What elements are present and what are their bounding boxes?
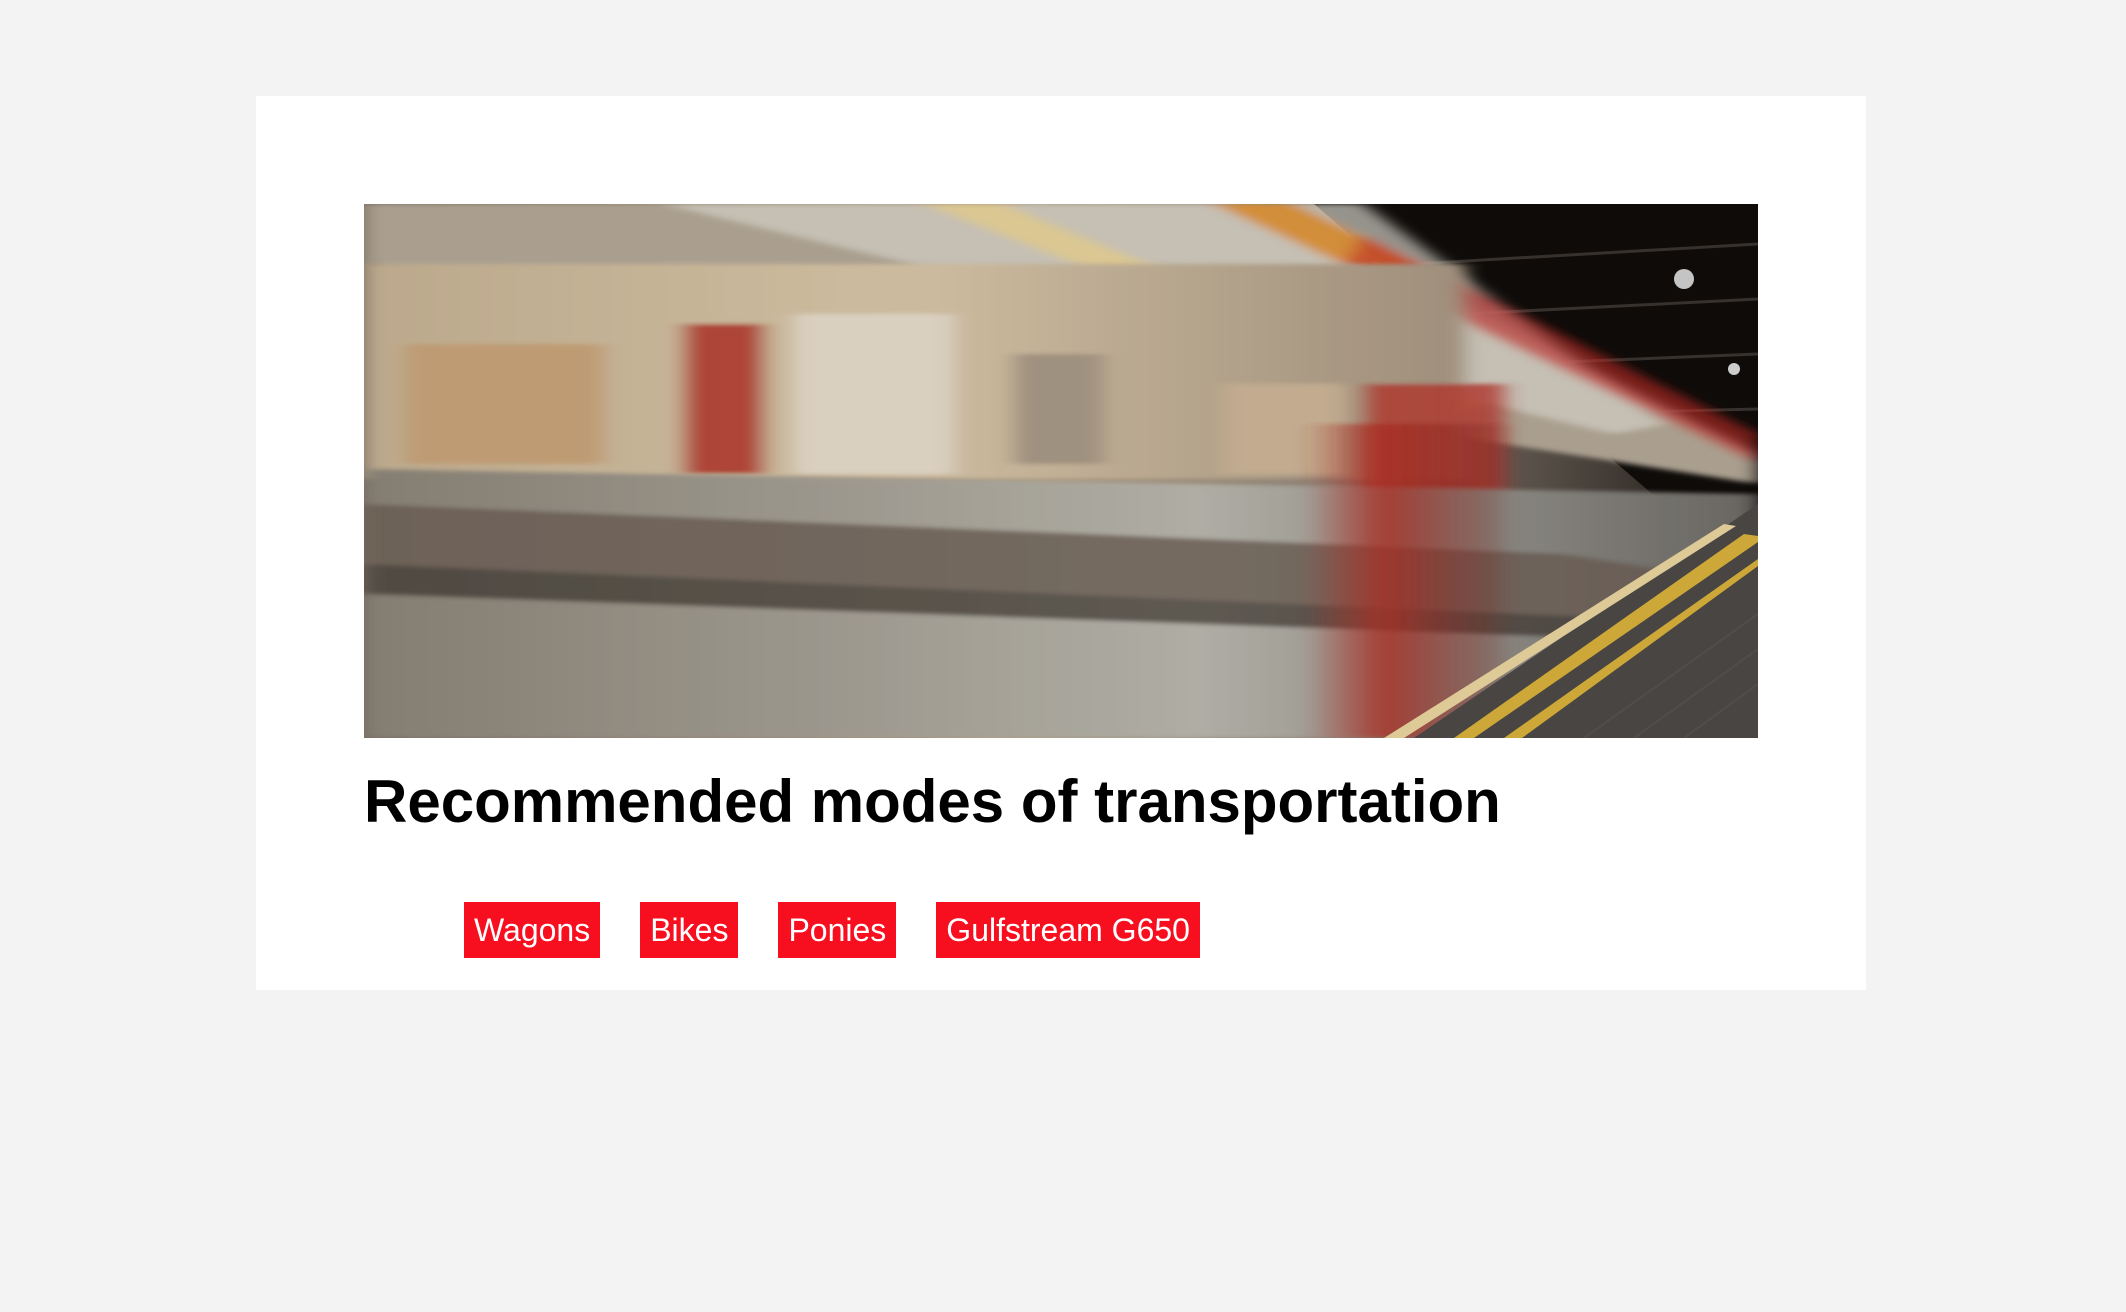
page-title: Recommended modes of transportation [364, 768, 1501, 835]
train-photo [364, 204, 1758, 738]
hero-image [364, 204, 1758, 738]
transport-tag-list: Wagons Bikes Ponies Gulfstream G650 [464, 902, 1200, 958]
content-card: Recommended modes of transportation Wago… [256, 96, 1866, 990]
tag-gulfstream-g650[interactable]: Gulfstream G650 [936, 902, 1200, 958]
tag-ponies[interactable]: Ponies [778, 902, 897, 958]
tag-wagons[interactable]: Wagons [464, 902, 601, 958]
tag-bikes[interactable]: Bikes [640, 902, 739, 958]
